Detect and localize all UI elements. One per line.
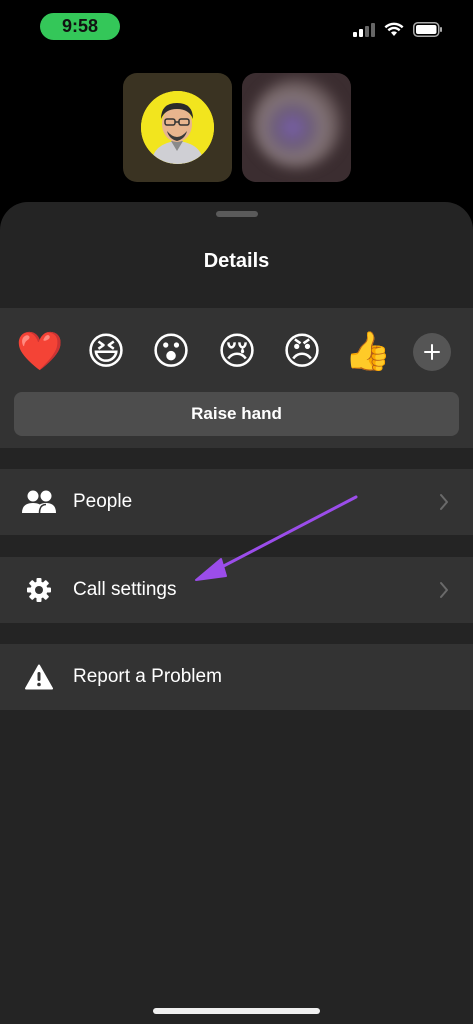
reaction-thumbs-up[interactable]: 👍 [342, 326, 394, 378]
participant-tiles [0, 73, 473, 183]
reactions-panel: ❤️ 😆 😮 😢 😠 👍 Raise hand [0, 308, 473, 448]
menu-item-label: Report a Problem [73, 666, 222, 687]
plus-icon [424, 344, 440, 360]
reaction-laughing[interactable]: 😆 [80, 326, 132, 378]
participant-tile-2[interactable] [242, 73, 351, 182]
status-time[interactable]: 9:58 [40, 13, 120, 40]
wifi-icon [384, 22, 404, 36]
warning-icon [22, 661, 56, 693]
people-icon [22, 486, 56, 518]
menu-item-label: Call settings [73, 579, 177, 600]
reaction-crying[interactable]: 😢 [211, 326, 263, 378]
details-sheet: Details ❤️ 😆 😮 😢 😠 👍 Raise hand People C… [0, 202, 473, 1024]
sheet-title: Details [203, 250, 270, 272]
status-icons [353, 22, 443, 37]
menu-item-people[interactable]: People [0, 469, 473, 535]
menu-item-report-problem[interactable]: Report a Problem [0, 644, 473, 710]
reaction-angry[interactable]: 😠 [276, 326, 328, 378]
battery-icon [413, 22, 442, 37]
chevron-right-icon [440, 494, 448, 510]
raise-hand-button[interactable]: Raise hand [14, 392, 459, 436]
reaction-heart[interactable]: ❤️ [14, 326, 66, 378]
menu-item-call-settings[interactable]: Call settings [0, 557, 473, 623]
gear-icon [22, 574, 56, 606]
blurred-video [252, 78, 342, 168]
participant-tile-1[interactable] [123, 73, 232, 182]
reaction-surprised[interactable]: 😮 [145, 326, 197, 378]
status-bar: 9:58 [0, 0, 473, 52]
home-indicator[interactable] [153, 1008, 320, 1014]
cartoon-avatar-icon [141, 91, 214, 164]
more-reactions-button[interactable] [413, 333, 451, 371]
avatar [141, 91, 214, 164]
menu-item-label: People [73, 491, 133, 512]
reaction-row: ❤️ 😆 😮 😢 😠 👍 [0, 326, 473, 378]
sheet-grabber[interactable] [216, 211, 258, 217]
signal-icon [353, 22, 375, 37]
chevron-right-icon [440, 582, 448, 598]
